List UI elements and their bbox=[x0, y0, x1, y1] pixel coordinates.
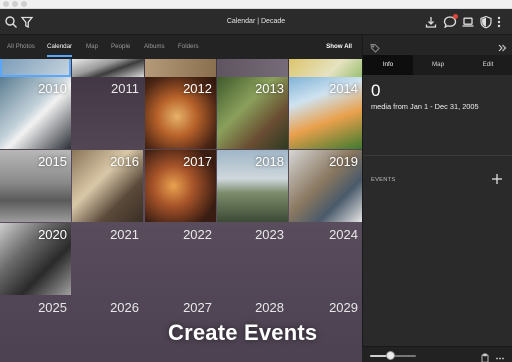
year-cell[interactable]: 2011 bbox=[72, 77, 143, 149]
nav-map[interactable]: Map bbox=[86, 35, 98, 59]
year-label: 2021 bbox=[110, 227, 139, 242]
partial-year-cell[interactable] bbox=[72, 59, 144, 77]
window-zoom-button[interactable] bbox=[21, 1, 27, 7]
nav-albums[interactable]: Albums bbox=[144, 35, 165, 59]
show-all-button[interactable]: Show All bbox=[326, 35, 352, 59]
panel-tabs: Info Map Edit bbox=[363, 55, 512, 75]
tab-edit[interactable]: Edit bbox=[463, 55, 512, 75]
clipboard-icon[interactable] bbox=[480, 350, 490, 362]
year-cell[interactable]: 2025 bbox=[0, 296, 71, 362]
events-heading: EVENTS bbox=[371, 177, 396, 183]
partial-year-cell[interactable] bbox=[145, 59, 216, 77]
year-cell[interactable]: 2013 bbox=[217, 77, 288, 149]
year-label: 2010 bbox=[38, 81, 67, 96]
library-view: All Photos Calendar Map People Albums Fo… bbox=[0, 35, 362, 362]
year-cell[interactable]: 2017 bbox=[145, 150, 216, 222]
year-label: 2023 bbox=[255, 227, 284, 242]
tag-icon[interactable] bbox=[370, 40, 380, 53]
selected-year-frame bbox=[0, 59, 71, 77]
year-cell[interactable]: 2012 bbox=[145, 77, 216, 149]
year-label: 2026 bbox=[110, 300, 139, 315]
year-cell[interactable]: 2024 bbox=[289, 223, 362, 295]
window-titlebar bbox=[0, 0, 512, 9]
chevron-right-double-icon[interactable] bbox=[497, 40, 507, 52]
partial-year-cell[interactable] bbox=[217, 59, 288, 77]
more-icon[interactable] bbox=[495, 15, 503, 29]
plus-icon[interactable] bbox=[490, 172, 504, 186]
tab-info[interactable]: Info bbox=[363, 55, 413, 75]
year-cell[interactable]: 2023 bbox=[217, 223, 288, 295]
nav-calendar[interactable]: Calendar bbox=[47, 35, 73, 59]
window-minimize-button[interactable] bbox=[12, 1, 18, 7]
nav-all-photos[interactable]: All Photos bbox=[7, 35, 35, 59]
year-label: 2011 bbox=[111, 81, 139, 96]
tab-map[interactable]: Map bbox=[413, 55, 463, 75]
shield-icon[interactable] bbox=[479, 15, 493, 29]
laptop-icon[interactable] bbox=[461, 15, 475, 29]
year-label: 2025 bbox=[38, 300, 67, 315]
year-cell[interactable]: 2019 bbox=[289, 150, 362, 222]
info-panel: Info Map Edit 0 media from Jan 1 - Dec 3… bbox=[362, 35, 512, 362]
notification-badge bbox=[453, 14, 458, 19]
year-cell[interactable]: 2016 bbox=[72, 150, 143, 222]
year-label: 2015 bbox=[38, 154, 67, 169]
nav-people[interactable]: People bbox=[111, 35, 130, 59]
year-cell[interactable]: 2010 bbox=[0, 77, 71, 149]
partial-year-cell[interactable] bbox=[289, 59, 362, 77]
year-cell[interactable]: 2014 bbox=[289, 77, 362, 149]
view-nav: All Photos Calendar Map People Albums Fo… bbox=[0, 35, 362, 59]
media-count: 0 bbox=[371, 81, 381, 100]
more-horizontal-icon[interactable] bbox=[495, 350, 505, 360]
year-label: 2016 bbox=[110, 154, 139, 169]
year-label: 2022 bbox=[183, 227, 212, 242]
overlay-caption: Create Events bbox=[168, 320, 318, 345]
year-cell[interactable]: 2021 bbox=[72, 223, 143, 295]
previous-decade-row bbox=[0, 59, 362, 77]
year-cell[interactable]: 2015 bbox=[0, 150, 71, 222]
chat-icon[interactable] bbox=[443, 14, 458, 29]
year-label: 2013 bbox=[255, 81, 284, 96]
zoom-slider-thumb[interactable] bbox=[386, 351, 396, 360]
year-label: 2017 bbox=[183, 154, 212, 169]
panel-header bbox=[363, 35, 512, 55]
bottom-bar bbox=[362, 346, 512, 362]
divider bbox=[363, 155, 512, 156]
year-label: 2014 bbox=[329, 81, 358, 96]
import-icon[interactable] bbox=[424, 15, 438, 29]
nav-folders[interactable]: Folders bbox=[178, 35, 199, 59]
year-cell[interactable]: 2026 bbox=[72, 296, 143, 362]
year-label: 2012 bbox=[183, 81, 212, 96]
window-close-button[interactable] bbox=[3, 1, 9, 7]
year-cell[interactable]: 2018 bbox=[217, 150, 288, 222]
year-cell[interactable]: 2020 bbox=[0, 223, 71, 295]
year-label: 2024 bbox=[329, 227, 358, 242]
toolbar: Calendar | Decade bbox=[0, 9, 512, 35]
year-label: 2018 bbox=[255, 154, 284, 169]
date-range-text: media from Jan 1 - Dec 31, 2005 bbox=[371, 102, 479, 111]
year-label: 2020 bbox=[38, 227, 67, 242]
year-cell[interactable]: 2022 bbox=[145, 223, 216, 295]
year-label: 2019 bbox=[329, 154, 358, 169]
